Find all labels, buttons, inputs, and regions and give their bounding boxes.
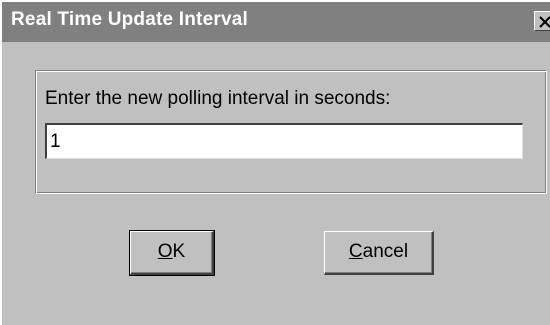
ok-button[interactable]: OK [129, 230, 215, 276]
polling-interval-input[interactable] [45, 123, 523, 159]
title-bar[interactable]: Real Time Update Interval [2, 2, 550, 42]
window-title: Real Time Update Interval [11, 9, 248, 30]
cancel-button-label: Cancel [349, 241, 408, 262]
ok-button-label: OK [158, 241, 185, 262]
ok-mnemonic: O [157, 241, 173, 262]
close-icon [539, 16, 550, 28]
close-button[interactable] [534, 11, 550, 31]
cancel-button[interactable]: Cancel [324, 231, 434, 275]
cancel-label-rest: ancel [362, 241, 409, 262]
cancel-mnemonic: C [348, 241, 363, 262]
ok-label-rest: K [172, 241, 186, 262]
update-interval-dialog: Real Time Update Interval Enter the new … [0, 0, 550, 325]
interval-prompt-label: Enter the new polling interval in second… [45, 88, 391, 109]
